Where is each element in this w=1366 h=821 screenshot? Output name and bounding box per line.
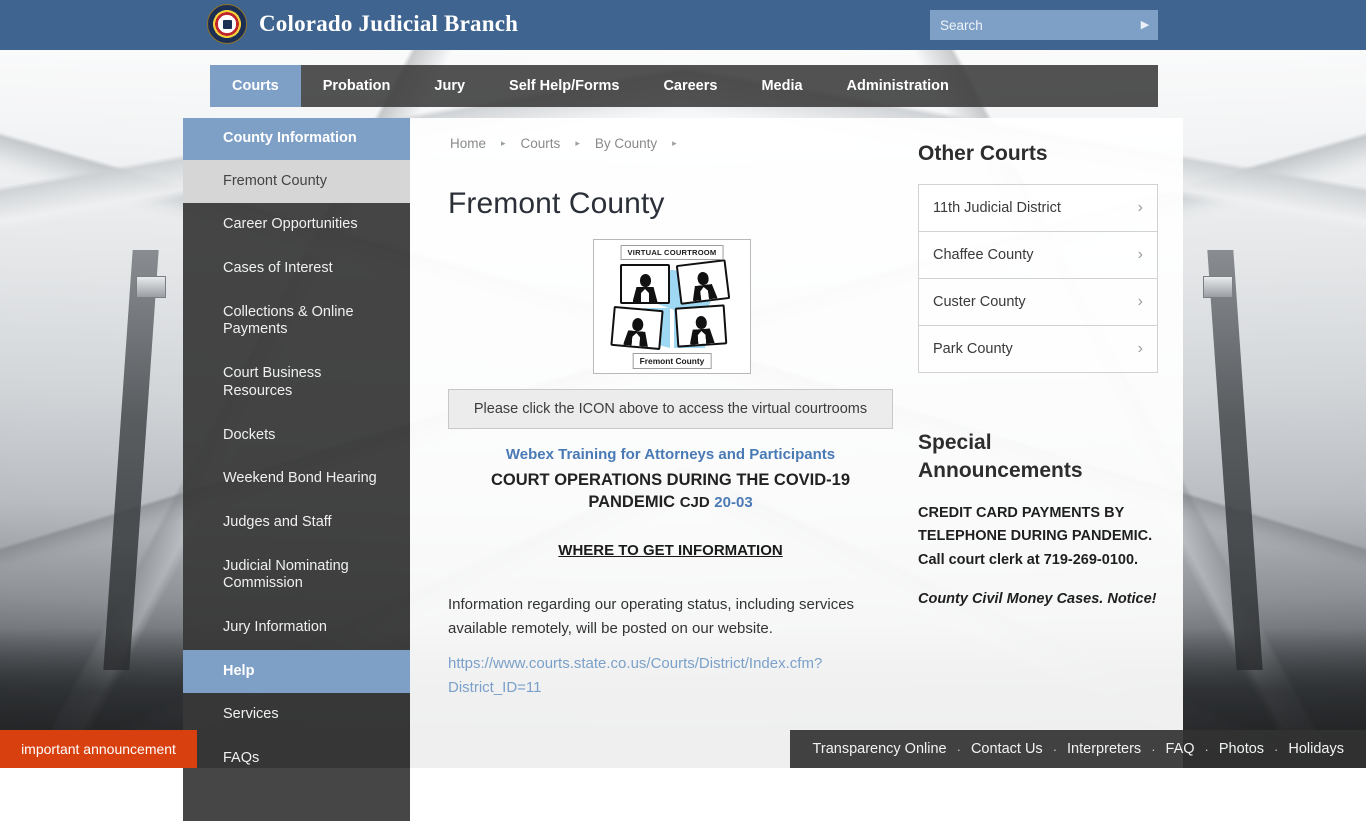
sidebar-item-weekend-bond-hearing[interactable]: Weekend Bond Hearing <box>183 457 410 501</box>
chevron-right-icon: › <box>1138 340 1143 358</box>
breadcrumb-item-home[interactable]: Home <box>448 136 488 151</box>
sidebar-item-collections-payments[interactable]: Collections & Online Payments <box>183 291 410 352</box>
icon-instruction-box: Please click the ICON above to access th… <box>448 389 893 429</box>
chevron-right-icon: › <box>1138 199 1143 217</box>
chevron-right-icon: › <box>1138 246 1143 264</box>
page-title: Fremont County <box>448 187 664 221</box>
footer-links-bar: Transparency Online · Contact Us · Inter… <box>790 730 1366 768</box>
search-box[interactable]: ▶ <box>930 10 1158 40</box>
sidebar-item-dockets[interactable]: Dockets <box>183 414 410 458</box>
main-navigation: Courts Probation Jury Self Help/Forms Ca… <box>210 65 1158 107</box>
nav-item-self-help-forms[interactable]: Self Help/Forms <box>487 65 641 107</box>
breadcrumb-item-by-county[interactable]: By County <box>593 136 659 151</box>
paragraph-operating-status: Information regarding our operating stat… <box>448 593 896 642</box>
search-submit-button[interactable]: ▶ <box>1132 10 1158 40</box>
other-courts-title: Other Courts <box>918 140 1158 167</box>
colorado-judicial-seal-icon <box>207 4 247 44</box>
covid-operations-heading: COURT OPERATIONS DURING THE COVID-19 PAN… <box>448 470 893 514</box>
sidebar-item-jury-information[interactable]: Jury Information <box>183 606 410 650</box>
sidebar-item-faqs[interactable]: FAQs <box>183 737 410 781</box>
important-announcement-banner[interactable]: important announcement <box>0 730 197 768</box>
nav-item-administration[interactable]: Administration <box>825 65 971 107</box>
district-index-url-link[interactable]: https://www.courts.state.co.us/Courts/Di… <box>448 652 878 701</box>
footer-link-contact-us[interactable]: Contact Us <box>961 741 1053 757</box>
sidebar-item-judges-and-staff[interactable]: Judges and Staff <box>183 501 410 545</box>
court-link-chaffee-county[interactable]: Chaffee County › <box>918 231 1158 279</box>
covid-heading-text: COURT OPERATIONS DURING THE COVID-19 PAN… <box>491 471 850 511</box>
background-column-cap-left <box>136 276 166 298</box>
sidebar-item-judicial-nominating-commission[interactable]: Judicial Nominating Commission <box>183 545 410 606</box>
sidebar-item-court-business-resources[interactable]: Court Business Resources <box>183 352 410 413</box>
top-header-bar: Colorado Judicial Branch ▶ <box>0 0 1366 50</box>
nav-item-probation[interactable]: Probation <box>301 65 413 107</box>
brand[interactable]: Colorado Judicial Branch <box>207 4 518 44</box>
breadcrumb-separator-icon: ▸ <box>659 138 690 149</box>
where-to-get-information-heading[interactable]: WHERE TO GET INFORMATION <box>448 542 893 559</box>
courtroom-monitor-icon <box>675 304 728 347</box>
footer-link-interpreters[interactable]: Interpreters <box>1057 741 1151 757</box>
footer-link-transparency-online[interactable]: Transparency Online <box>803 741 957 757</box>
background-column-cap-right <box>1203 276 1233 298</box>
nav-item-media[interactable]: Media <box>739 65 824 107</box>
sidebar-item-help[interactable]: Help <box>183 650 410 694</box>
right-sidebar: Other Courts 11th Judicial District › Ch… <box>918 140 1158 612</box>
courtroom-monitor-icon <box>620 264 670 304</box>
special-announcements-title: Special Announcements <box>918 429 1158 484</box>
announcement-civil-money-cases[interactable]: County Civil Money Cases. Notice! <box>918 588 1158 611</box>
court-link-label: 11th Judicial District <box>933 200 1061 216</box>
breadcrumb-separator-icon: ▸ <box>488 138 519 149</box>
court-link-11th-judicial-district[interactable]: 11th Judicial District › <box>918 184 1158 232</box>
chevron-right-icon: › <box>1138 293 1143 311</box>
breadcrumb-item-courts[interactable]: Courts <box>519 136 563 151</box>
breadcrumb-separator-icon: ▸ <box>562 138 593 149</box>
nav-item-careers[interactable]: Careers <box>641 65 739 107</box>
footer-link-photos[interactable]: Photos <box>1209 741 1274 757</box>
footer-link-faq[interactable]: FAQ <box>1156 741 1205 757</box>
nav-item-courts[interactable]: Courts <box>210 65 301 107</box>
court-link-label: Custer County <box>933 294 1026 310</box>
brand-title: Colorado Judicial Branch <box>259 11 518 37</box>
cjd-number-link[interactable]: 20-03 <box>714 494 752 511</box>
court-link-park-county[interactable]: Park County › <box>918 325 1158 373</box>
webex-training-link[interactable]: Webex Training for Attorneys and Partici… <box>448 446 893 463</box>
nav-item-jury[interactable]: Jury <box>412 65 487 107</box>
court-link-label: Chaffee County <box>933 247 1034 263</box>
search-input[interactable] <box>930 18 1132 33</box>
left-sidebar: County Information Fremont County Career… <box>183 118 410 821</box>
sidebar-item-fremont-county[interactable]: Fremont County <box>183 160 410 204</box>
announcement-credit-card: CREDIT CARD PAYMENTS BY TELEPHONE DURING… <box>918 502 1158 572</box>
sidebar-item-cases-of-interest[interactable]: Cases of Interest <box>183 247 410 291</box>
courtroom-monitor-icon <box>610 306 663 350</box>
courtroom-bottom-label: Fremont County <box>633 353 712 369</box>
breadcrumb: Home ▸ Courts ▸ By County ▸ <box>448 136 690 151</box>
sidebar-item-career-opportunities[interactable]: Career Opportunities <box>183 203 410 247</box>
cjd-label: CJD <box>680 494 710 511</box>
courtroom-top-label: VIRTUAL COURTROOM <box>621 245 724 260</box>
footer-link-holidays[interactable]: Holidays <box>1278 741 1354 757</box>
court-link-label: Park County <box>933 341 1013 357</box>
court-link-custer-county[interactable]: Custer County › <box>918 278 1158 326</box>
sidebar-item-services[interactable]: Services <box>183 693 410 737</box>
sidebar-item-county-information[interactable]: County Information <box>183 118 410 160</box>
courtroom-monitor-icon <box>676 259 731 305</box>
virtual-courtroom-icon[interactable]: VIRTUAL COURTROOM Fremont County <box>593 239 751 374</box>
